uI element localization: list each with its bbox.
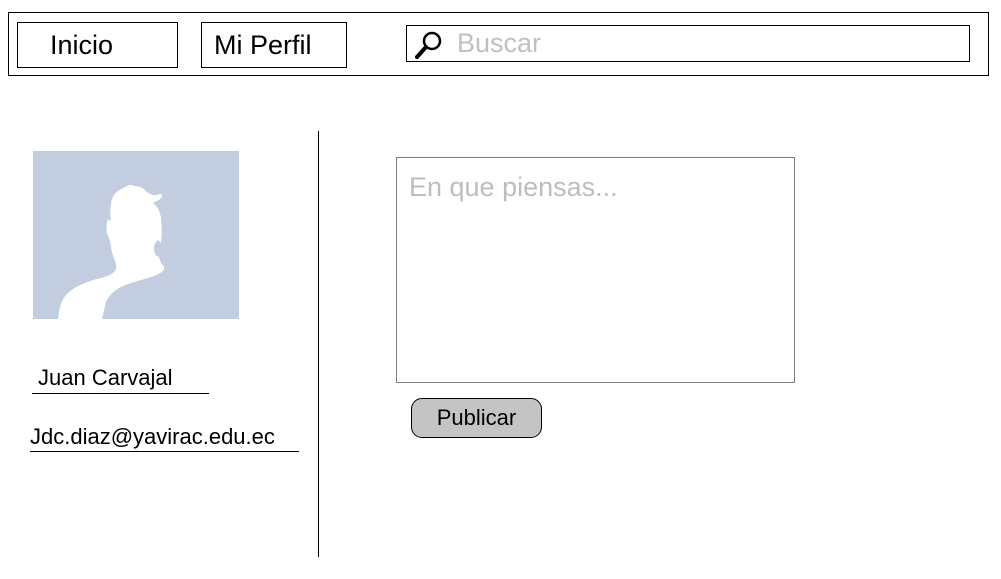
search-icon (415, 31, 442, 59)
publish-button-label: Publicar (436, 405, 517, 430)
publish-button[interactable]: Publicar (411, 398, 542, 438)
search-box[interactable] (406, 25, 970, 62)
user-silhouette-icon (58, 185, 164, 319)
nav-profile-button[interactable]: Mi Perfil (201, 22, 347, 68)
nav-profile-label: Mi Perfil (214, 30, 312, 60)
top-navigation-bar: Inicio Mi Perfil (8, 12, 989, 76)
vertical-divider (318, 131, 319, 557)
nav-home-label: Inicio (50, 30, 114, 60)
profile-email: Jdc.diaz@yavirac.edu.ec (30, 424, 299, 452)
profile-avatar (33, 151, 239, 319)
profile-name: Juan Carvajal (32, 364, 209, 394)
nav-home-button[interactable]: Inicio (17, 22, 178, 68)
search-input[interactable] (457, 26, 957, 61)
post-composer-input[interactable] (396, 157, 795, 383)
